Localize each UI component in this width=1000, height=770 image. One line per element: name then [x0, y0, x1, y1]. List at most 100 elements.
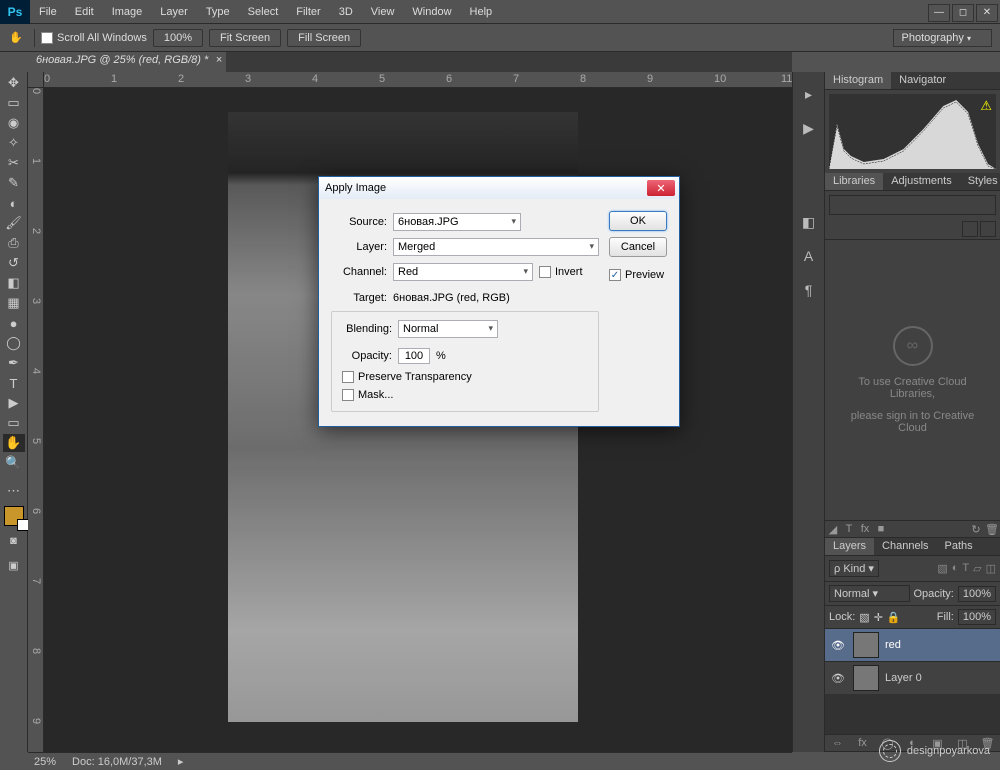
trash-icon[interactable]: 🗑: [984, 523, 1000, 536]
menu-image[interactable]: Image: [103, 0, 152, 24]
layer-name[interactable]: Layer 0: [885, 672, 922, 684]
healing-brush-tool[interactable]: ◐: [3, 194, 25, 212]
magic-wand-tool[interactable]: ✧: [3, 134, 25, 152]
menu-select[interactable]: Select: [239, 0, 288, 24]
fill-swatch-icon[interactable]: ■: [873, 523, 889, 535]
visibility-toggle-icon[interactable]: 👁: [829, 639, 847, 652]
preview-checkbox[interactable]: ✓Preview: [609, 269, 667, 281]
eyedropper-tool[interactable]: ✎: [3, 174, 25, 192]
invert-checkbox[interactable]: Invert: [539, 266, 583, 278]
layer-thumbnail[interactable]: [853, 665, 879, 691]
minimize-button[interactable]: —: [928, 4, 950, 22]
fx-icon[interactable]: fx: [857, 523, 873, 535]
zoom-tool[interactable]: 🔍: [3, 454, 25, 472]
workspace-dropdown[interactable]: Photography ▾: [893, 29, 992, 47]
menu-layer[interactable]: Layer: [151, 0, 197, 24]
channel-dropdown[interactable]: Red: [393, 263, 533, 281]
opacity-input[interactable]: [398, 348, 430, 364]
menu-filter[interactable]: Filter: [287, 0, 329, 24]
menu-window[interactable]: Window: [403, 0, 460, 24]
fit-screen-button[interactable]: Fit Screen: [209, 29, 281, 47]
marquee-tool[interactable]: ▭: [3, 94, 25, 112]
brush-tool[interactable]: 🖌: [3, 214, 25, 232]
close-window-button[interactable]: ✕: [976, 4, 998, 22]
cancel-button[interactable]: Cancel: [609, 237, 667, 257]
gradient-tool[interactable]: ▦: [3, 294, 25, 312]
layer-name[interactable]: red: [885, 639, 901, 651]
menu-type[interactable]: Type: [197, 0, 239, 24]
document-tab[interactable]: 6новая.JPG @ 25% (red, RGB/8) * ×: [28, 52, 226, 72]
tab-navigator[interactable]: Navigator: [891, 72, 954, 89]
hand-tool[interactable]: ✋: [3, 434, 25, 452]
lasso-tool[interactable]: ◉: [3, 114, 25, 132]
tab-histogram[interactable]: Histogram: [825, 72, 891, 89]
doc-size[interactable]: Doc: 16,0M/37,3M: [72, 756, 162, 768]
filter-smart-icon[interactable]: ◫: [986, 562, 996, 575]
foreground-color[interactable]: [4, 506, 24, 526]
filter-pixel-icon[interactable]: ▧: [937, 562, 947, 575]
blend-mode-dropdown[interactable]: Normal ▾: [829, 585, 910, 602]
filter-adjust-icon[interactable]: ◐: [952, 562, 959, 575]
tab-layers[interactable]: Layers: [825, 538, 874, 555]
layer-dropdown[interactable]: Merged: [393, 238, 599, 256]
fill-input[interactable]: 100%: [958, 609, 996, 625]
blending-dropdown[interactable]: Normal: [398, 320, 498, 338]
tab-styles[interactable]: Styles: [960, 173, 1000, 190]
path-select-tool[interactable]: ▶: [3, 394, 25, 412]
visibility-toggle-icon[interactable]: 👁: [829, 672, 847, 685]
tab-paths[interactable]: Paths: [937, 538, 981, 555]
history-panel-icon[interactable]: ▶: [797, 116, 821, 140]
lib-grid-view-icon[interactable]: [962, 221, 978, 237]
layer-row-red[interactable]: 👁 red: [825, 628, 1000, 661]
menu-file[interactable]: File: [30, 0, 66, 24]
zoom-100-button[interactable]: 100%: [153, 29, 203, 47]
add-text-icon[interactable]: T: [841, 523, 857, 535]
move-tool[interactable]: ✥: [3, 74, 25, 92]
layer-thumbnail[interactable]: [853, 632, 879, 658]
blur-tool[interactable]: ●: [3, 314, 25, 332]
filter-shape-icon[interactable]: ▱: [973, 562, 981, 575]
dodge-tool[interactable]: ◯: [3, 334, 25, 352]
menu-help[interactable]: Help: [461, 0, 502, 24]
type-tool[interactable]: T: [3, 374, 25, 392]
mask-checkbox[interactable]: Mask...: [342, 389, 588, 401]
histogram-warning-icon[interactable]: ⚠: [980, 98, 992, 114]
color-panel-icon[interactable]: ◧: [797, 210, 821, 234]
paragraph-panel-icon[interactable]: ¶: [797, 278, 821, 302]
layer-fx-icon[interactable]: fx: [855, 737, 871, 749]
pen-tool[interactable]: ✒: [3, 354, 25, 372]
menu-3d[interactable]: 3D: [330, 0, 362, 24]
eraser-tool[interactable]: ◧: [3, 274, 25, 292]
scroll-all-checkbox[interactable]: Scroll All Windows: [41, 32, 147, 44]
lib-list-view-icon[interactable]: [980, 221, 996, 237]
tab-adjustments[interactable]: Adjustments: [883, 173, 960, 190]
clone-stamp-tool[interactable]: ⎙: [3, 234, 25, 252]
lock-all-icon[interactable]: 🔒: [887, 611, 901, 624]
lock-position-icon[interactable]: ✛: [874, 611, 883, 624]
filter-type-icon[interactable]: T: [962, 562, 969, 575]
fill-screen-button[interactable]: Fill Screen: [287, 29, 361, 47]
tab-libraries[interactable]: Libraries: [825, 173, 883, 190]
status-arrow-icon[interactable]: ▸: [178, 755, 184, 768]
library-search-input[interactable]: [829, 195, 996, 215]
history-brush-tool[interactable]: ↺: [3, 254, 25, 272]
quick-mask-toggle[interactable]: ◙: [3, 532, 25, 550]
zoom-level[interactable]: 25%: [34, 756, 56, 768]
expand-arrow-icon[interactable]: ▸: [797, 82, 821, 106]
edit-toolbar[interactable]: ⋯: [3, 482, 25, 500]
tab-channels[interactable]: Channels: [874, 538, 936, 555]
source-dropdown[interactable]: 6новая.JPG: [393, 213, 521, 231]
add-style-icon[interactable]: ◢: [825, 523, 841, 536]
screen-mode-toggle[interactable]: ▣: [3, 556, 25, 574]
maximize-button[interactable]: ◻: [952, 4, 974, 22]
char-panel-icon[interactable]: A: [797, 244, 821, 268]
menu-edit[interactable]: Edit: [66, 0, 103, 24]
opacity-input[interactable]: 100%: [958, 586, 996, 602]
lock-pixels-icon[interactable]: ▧: [859, 611, 869, 624]
crop-tool[interactable]: ✂: [3, 154, 25, 172]
layer-row-layer0[interactable]: 👁 Layer 0: [825, 661, 1000, 694]
link-layers-icon[interactable]: ⇔: [830, 737, 846, 749]
dialog-close-button[interactable]: ✕: [647, 180, 675, 196]
preserve-transparency-checkbox[interactable]: Preserve Transparency: [342, 371, 588, 383]
close-tab-icon[interactable]: ×: [216, 54, 222, 66]
